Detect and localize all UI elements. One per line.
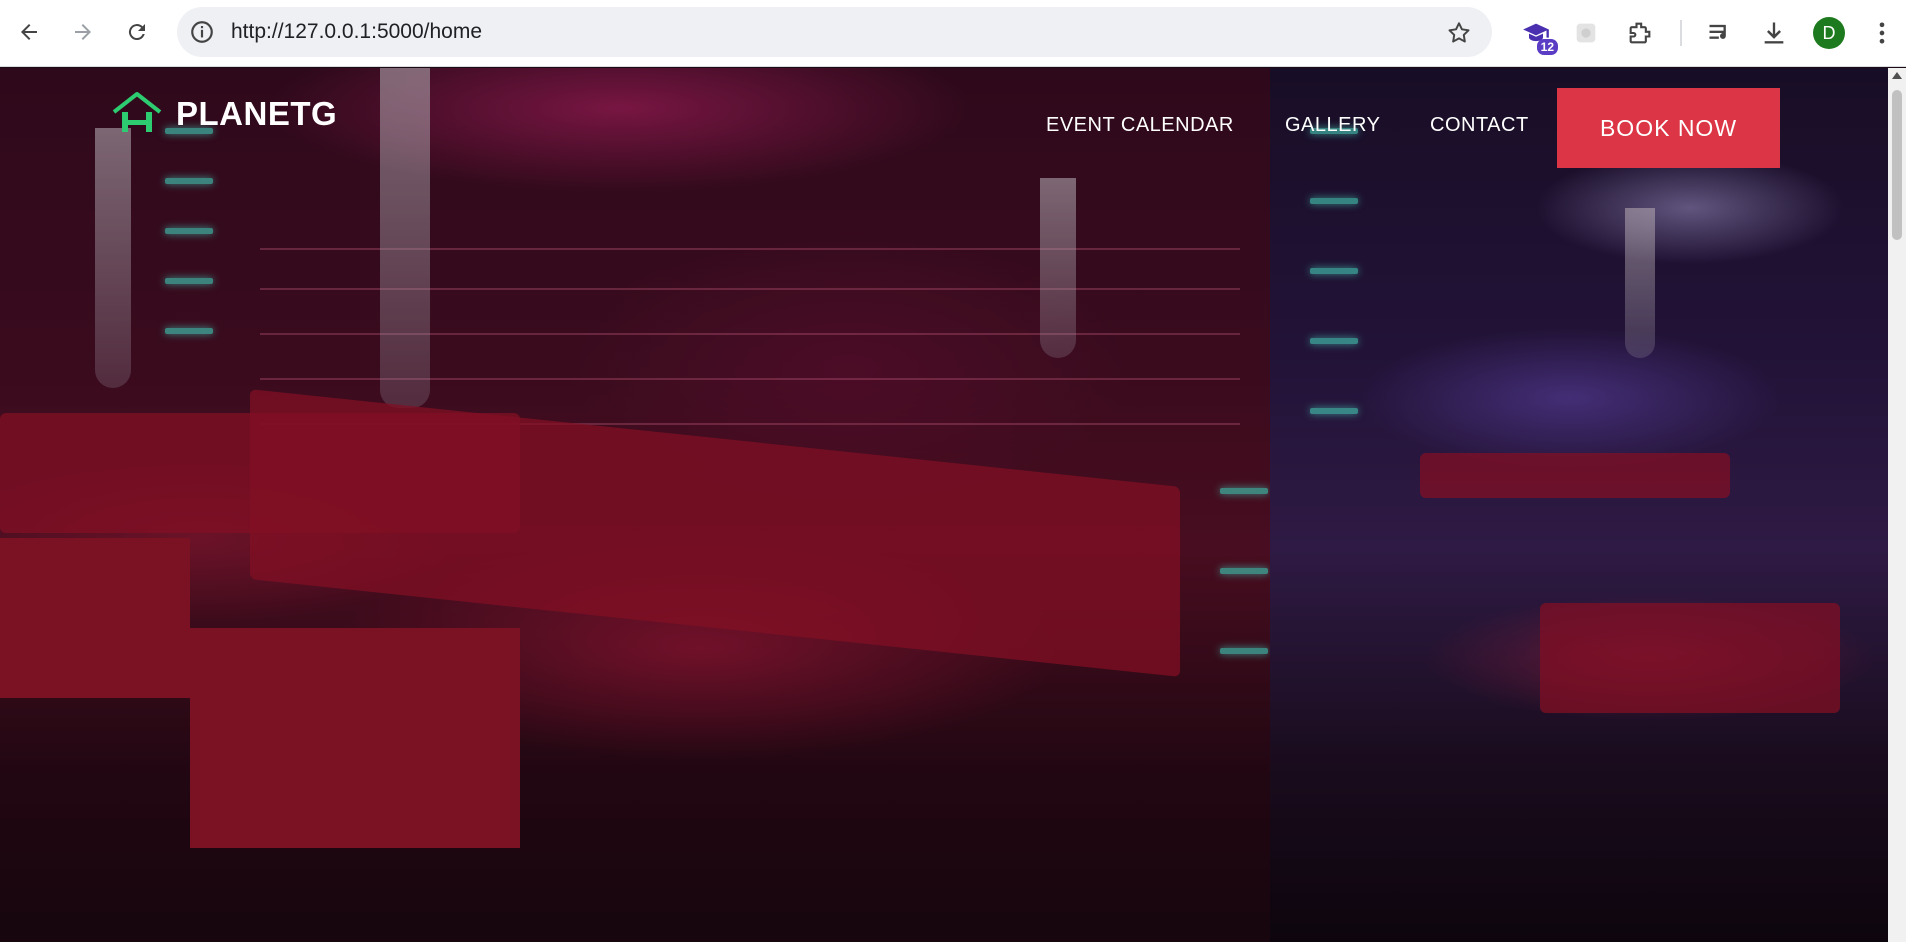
extension-badge: 12 [1536, 39, 1558, 55]
address-bar[interactable]: http://127.0.0.1:5000/home [177, 7, 1492, 57]
site-logo[interactable]: PLANETG [108, 90, 337, 138]
book-now-button[interactable]: BOOK NOW [1557, 88, 1780, 168]
site-info-icon[interactable] [189, 19, 215, 45]
downloads-button[interactable] [1754, 13, 1794, 53]
profile-avatar[interactable]: D [1813, 17, 1845, 49]
extension-button[interactable] [1566, 13, 1606, 53]
toolbar-divider [1680, 20, 1682, 46]
nav-event-calendar[interactable]: EVENT CALENDAR [1046, 114, 1234, 137]
browser-toolbar: http://127.0.0.1:5000/home 12 D [0, 0, 1906, 67]
back-button[interactable] [9, 12, 49, 52]
scroll-up-icon[interactable] [1892, 72, 1902, 79]
page-scrollbar[interactable] [1888, 68, 1906, 942]
media-control-button[interactable] [1700, 13, 1740, 53]
site-header: PLANETG EVENT CALENDAR GALLERY CONTACT B… [0, 68, 1888, 178]
url-text[interactable]: http://127.0.0.1:5000/home [231, 7, 482, 57]
extensions-icon [1629, 22, 1651, 44]
extension-button[interactable]: 12 [1516, 13, 1558, 55]
nav-contact[interactable]: CONTACT [1430, 114, 1529, 137]
page-viewport: PLANETG EVENT CALENDAR GALLERY CONTACT B… [0, 68, 1888, 942]
download-icon [1764, 22, 1784, 44]
bookmark-star-icon[interactable] [1446, 20, 1472, 46]
house-logo-icon [112, 92, 162, 132]
kebab-menu-icon [1879, 22, 1885, 44]
brand-name: PLANETG [176, 95, 338, 132]
browser-menu-button[interactable] [1862, 13, 1902, 53]
media-control-icon [1709, 24, 1726, 39]
extensions-button[interactable] [1620, 13, 1660, 53]
forward-icon [75, 24, 91, 40]
reload-button[interactable] [117, 12, 157, 52]
scrollbar-thumb[interactable] [1892, 90, 1902, 240]
puzzle-extension-icon [1576, 23, 1596, 43]
hero-darken-overlay [0, 68, 1888, 942]
forward-button[interactable] [63, 12, 103, 52]
reload-icon [128, 24, 145, 41]
nav-gallery[interactable]: GALLERY [1285, 114, 1380, 137]
back-icon [21, 24, 37, 40]
